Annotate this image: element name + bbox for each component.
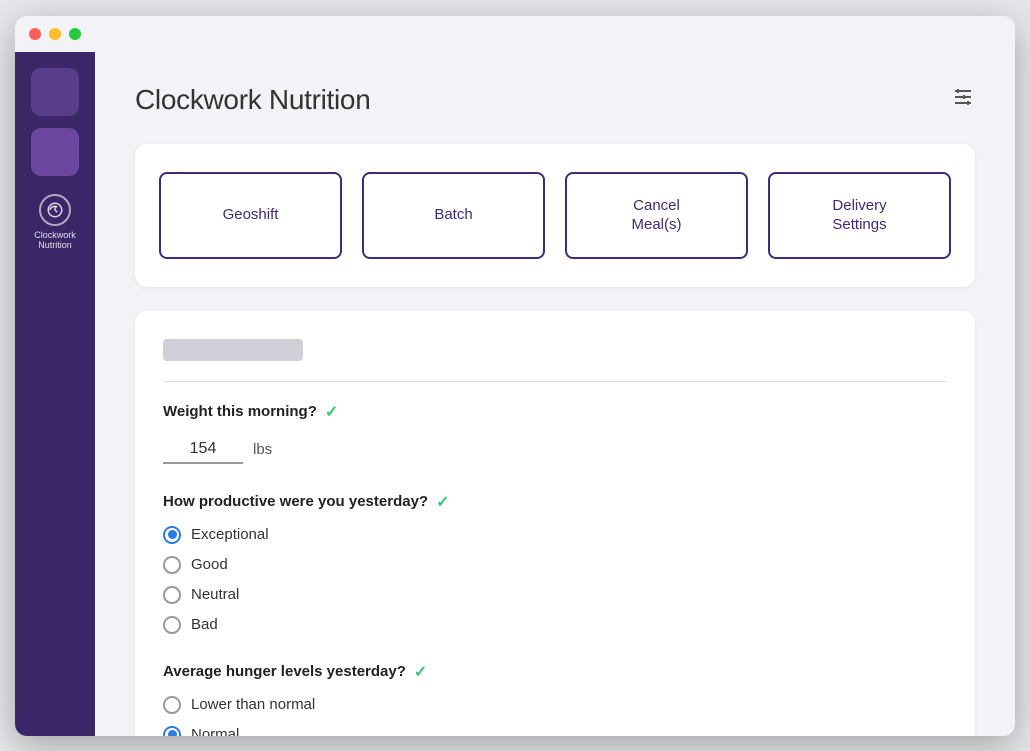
productive-check-icon: ✓ — [436, 492, 449, 512]
actions-card: Geoshift Batch CancelMeal(s) DeliverySet… — [135, 144, 975, 287]
main-content: Clockwork Nutrition Geoshift Batch C — [95, 52, 1015, 736]
app-body: Clockwork Nutrition Clockwork Nutrition — [15, 52, 1015, 736]
form-card: Weight this morning? ✓ lbs How productiv… — [135, 311, 975, 736]
productive-radio-group: Exceptional Good Neutral Bad — [163, 526, 947, 634]
divider — [163, 381, 947, 382]
loading-bar — [163, 339, 303, 361]
sidebar-item-2[interactable] — [31, 128, 79, 176]
hunger-radio-group: Lower than normal Normal — [163, 696, 947, 736]
delivery-settings-button[interactable]: DeliverySettings — [768, 172, 951, 259]
radio-circle-exceptional — [163, 526, 181, 544]
hunger-question-label: Average hunger levels yesterday? ✓ — [163, 662, 947, 682]
radio-neutral[interactable]: Neutral — [163, 586, 947, 604]
close-button[interactable] — [29, 28, 41, 40]
filter-icon[interactable] — [951, 87, 975, 113]
weight-question-label: Weight this morning? ✓ — [163, 402, 947, 422]
page-header: Clockwork Nutrition — [135, 84, 975, 116]
sidebar-nav-label: Clockwork Nutrition — [19, 230, 91, 252]
batch-button[interactable]: Batch — [362, 172, 545, 259]
clockwork-nutrition-icon — [39, 194, 71, 226]
sidebar: Clockwork Nutrition — [15, 52, 95, 736]
radio-lower-than-normal[interactable]: Lower than normal — [163, 696, 947, 714]
weight-row: lbs — [163, 436, 947, 464]
titlebar — [15, 16, 1015, 52]
sidebar-item-clockwork-nutrition[interactable]: Clockwork Nutrition — [15, 188, 95, 258]
sidebar-item-1[interactable] — [31, 68, 79, 116]
radio-circle-lower — [163, 696, 181, 714]
radio-exceptional[interactable]: Exceptional — [163, 526, 947, 544]
minimize-button[interactable] — [49, 28, 61, 40]
weight-input[interactable] — [163, 436, 243, 464]
maximize-button[interactable] — [69, 28, 81, 40]
geoshift-button[interactable]: Geoshift — [159, 172, 342, 259]
radio-circle-bad — [163, 616, 181, 634]
radio-bad[interactable]: Bad — [163, 616, 947, 634]
page-title: Clockwork Nutrition — [135, 84, 370, 116]
cancel-meals-button[interactable]: CancelMeal(s) — [565, 172, 748, 259]
radio-good[interactable]: Good — [163, 556, 947, 574]
radio-circle-neutral — [163, 586, 181, 604]
weight-unit: lbs — [253, 441, 272, 458]
hunger-check-icon: ✓ — [414, 662, 427, 682]
productive-question-label: How productive were you yesterday? ✓ — [163, 492, 947, 512]
weight-check-icon: ✓ — [325, 402, 338, 422]
radio-normal[interactable]: Normal — [163, 726, 947, 736]
app-window: Clockwork Nutrition Clockwork Nutrition — [15, 16, 1015, 736]
radio-circle-good — [163, 556, 181, 574]
radio-circle-normal — [163, 726, 181, 736]
